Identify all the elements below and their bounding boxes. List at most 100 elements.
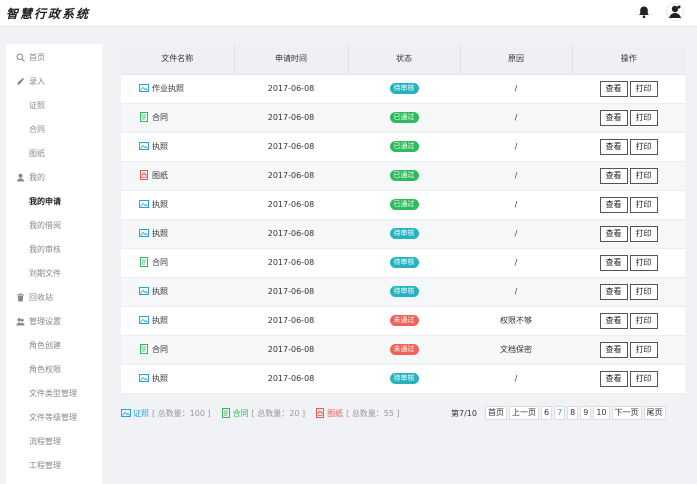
- view-button[interactable]: 查看: [599, 196, 628, 213]
- status-cell: 待审核: [348, 74, 460, 104]
- file-name[interactable]: 执照: [152, 374, 168, 383]
- col-apply-time[interactable]: 申请时间: [234, 44, 349, 75]
- view-button[interactable]: 查看: [599, 341, 628, 358]
- table-row: 作业执照 2017-06-08 待审核 / 查看 打印: [121, 74, 685, 104]
- page-number-button[interactable]: 10: [593, 406, 610, 420]
- status-badge: 待审核: [389, 257, 419, 268]
- legend-item[interactable]: 图纸[ 总数量：55 ]: [315, 408, 400, 419]
- page-number-button[interactable]: 7: [554, 406, 566, 420]
- file-name[interactable]: 执照: [152, 142, 168, 151]
- sidebar-item-12[interactable]: 角色创建: [6, 335, 102, 355]
- view-button[interactable]: 查看: [599, 312, 628, 329]
- actions-cell: 查看 打印: [572, 103, 685, 133]
- sidebar-item-label: 我的: [29, 172, 45, 182]
- sidebar-item-16[interactable]: 流程管理: [6, 431, 102, 451]
- print-button[interactable]: 打印: [629, 80, 658, 97]
- page-number-button[interactable]: 8: [567, 406, 579, 420]
- legend-item[interactable]: 证照[ 总数量：100 ]: [121, 408, 211, 419]
- print-button[interactable]: 打印: [629, 370, 658, 387]
- view-button[interactable]: 查看: [599, 138, 628, 155]
- status-badge: 待审核: [389, 228, 419, 239]
- search-icon: [16, 53, 25, 62]
- print-button[interactable]: 打印: [629, 109, 658, 126]
- actions-cell: 查看 打印: [572, 364, 685, 394]
- view-button[interactable]: 查看: [599, 370, 628, 387]
- view-button[interactable]: 查看: [599, 254, 628, 271]
- file-name[interactable]: 执照: [152, 229, 168, 238]
- print-button[interactable]: 打印: [629, 196, 658, 213]
- col-actions: 操作: [572, 44, 685, 75]
- print-button[interactable]: 打印: [629, 283, 658, 300]
- view-button[interactable]: 查看: [599, 109, 628, 126]
- sidebar-item-0[interactable]: 首页: [6, 47, 102, 67]
- sidebar-item-11[interactable]: 管理设置: [6, 311, 102, 331]
- apply-date: 2017-06-08: [234, 335, 348, 365]
- view-button[interactable]: 查看: [599, 225, 628, 242]
- status-cell: 已通过: [348, 132, 460, 162]
- apply-date: 2017-06-08: [234, 248, 348, 278]
- next-page-button[interactable]: 下一页: [611, 406, 642, 420]
- print-button[interactable]: 打印: [629, 341, 658, 358]
- bell-icon[interactable]: [637, 5, 651, 19]
- legend-item[interactable]: 合同[ 总数量：20 ]: [221, 408, 306, 419]
- print-button[interactable]: 打印: [629, 312, 658, 329]
- status-badge: 未通过: [389, 315, 419, 326]
- reason: /: [460, 132, 572, 162]
- sidebar-item-10[interactable]: 回收站: [6, 287, 102, 307]
- file-name[interactable]: 合同: [152, 113, 168, 122]
- sidebar-item-14[interactable]: 文件类型管理: [6, 383, 102, 403]
- sidebar-item-9[interactable]: 到期文件: [6, 263, 102, 283]
- sidebar-item-5[interactable]: 我的: [6, 167, 102, 187]
- view-button[interactable]: 查看: [599, 283, 628, 300]
- file-name[interactable]: 合同: [152, 345, 168, 354]
- file-name[interactable]: 图纸: [152, 171, 168, 180]
- file-name[interactable]: 合同: [152, 258, 168, 267]
- sidebar-item-4[interactable]: 图纸: [6, 143, 102, 163]
- trash-icon: [17, 293, 24, 301]
- sidebar-item-1[interactable]: 录入: [6, 71, 102, 91]
- sidebar-item-13[interactable]: 角色权限: [6, 359, 102, 379]
- drawing-icon: [140, 170, 148, 180]
- col-reason[interactable]: 原因: [460, 44, 573, 75]
- print-button[interactable]: 打印: [629, 167, 658, 184]
- file-name[interactable]: 执照: [152, 287, 168, 296]
- file-name[interactable]: 作业执照: [152, 84, 184, 93]
- actions-cell: 查看 打印: [572, 132, 685, 162]
- page-number-button[interactable]: 6: [540, 406, 553, 420]
- view-button[interactable]: 查看: [599, 80, 628, 97]
- sidebar-item-8[interactable]: 我的审核: [6, 239, 102, 259]
- avatar[interactable]: [666, 3, 684, 21]
- legend-count: [ 总数量：55 ]: [346, 408, 400, 418]
- sidebar-item-17[interactable]: 工程管理: [6, 455, 102, 475]
- file-name[interactable]: 执照: [152, 200, 168, 209]
- file-name[interactable]: 执照: [152, 316, 168, 325]
- reason: /: [460, 161, 572, 191]
- print-button[interactable]: 打印: [629, 254, 658, 271]
- first-page-button[interactable]: 首页: [484, 406, 507, 420]
- print-button[interactable]: 打印: [629, 138, 658, 155]
- col-file-name[interactable]: 文件名称: [121, 44, 235, 75]
- prev-page-button[interactable]: 上一页: [508, 406, 539, 420]
- sidebar-item-15[interactable]: 文件等级管理: [6, 407, 102, 427]
- sidebar-item-label: 文件类型管理: [29, 388, 77, 398]
- status-cell: 已通过: [348, 103, 460, 133]
- legend-count: [ 总数量：20 ]: [251, 408, 306, 418]
- reason: /: [460, 74, 572, 104]
- apply-date: 2017-06-08: [234, 364, 348, 394]
- sidebar-item-2[interactable]: 证照: [6, 95, 102, 115]
- status-badge: 已通过: [389, 141, 419, 152]
- last-page-button[interactable]: 尾页: [643, 406, 666, 420]
- reason: 权限不够: [460, 306, 572, 336]
- col-status[interactable]: 状态: [348, 44, 461, 75]
- print-button[interactable]: 打印: [629, 225, 658, 242]
- sidebar-item-3[interactable]: 合同: [6, 119, 102, 139]
- actions-cell: 查看 打印: [572, 277, 685, 307]
- sidebar-item-7[interactable]: 我的借阅: [6, 215, 102, 235]
- page-number-button[interactable]: 9: [580, 406, 592, 420]
- status-cell: 已通过: [348, 190, 460, 220]
- license-icon: [139, 374, 149, 382]
- sidebar-item-6[interactable]: 我的申请: [6, 191, 102, 211]
- license-icon: [139, 84, 149, 92]
- view-button[interactable]: 查看: [599, 167, 628, 184]
- applications-table: 文件名称 申请时间 状态 原因 操作 作业执照 2017-06-08 待审核 / 查看打…: [121, 44, 685, 394]
